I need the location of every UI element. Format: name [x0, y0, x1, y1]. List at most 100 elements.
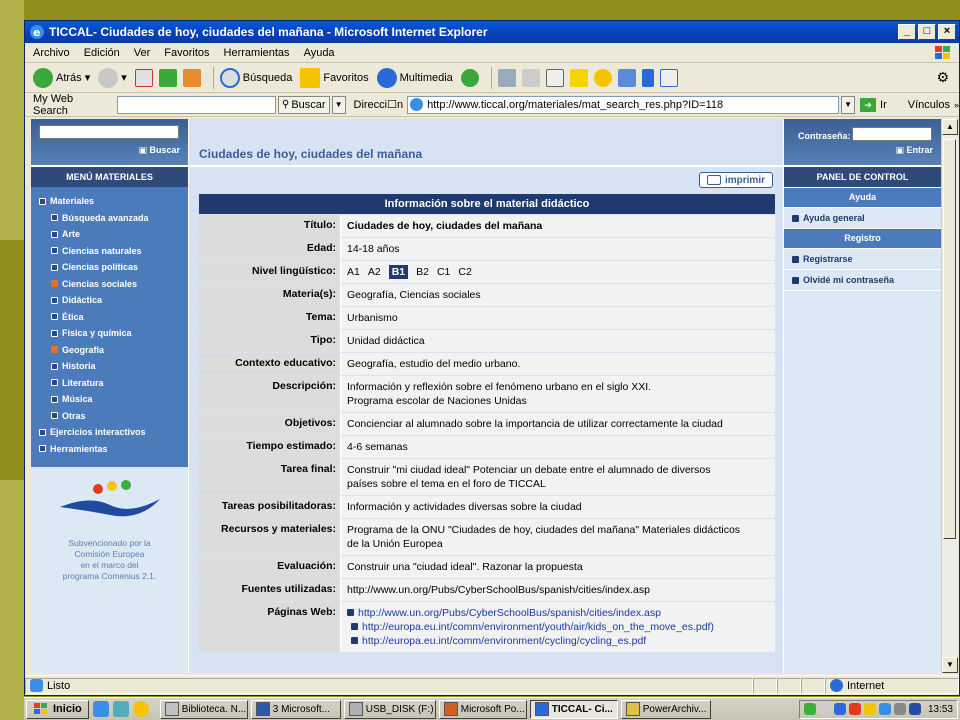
web-link-url[interactable]: http://europa.eu.int/comm/environment/cy… [362, 635, 646, 647]
favorites-button[interactable]: Favoritos [300, 67, 369, 88]
web-link-url[interactable]: http://www.un.org/Pubs/CyberSchoolBus/sp… [358, 607, 661, 619]
quicklaunch-ie-icon[interactable] [92, 701, 109, 717]
menu-herramientas[interactable]: Herramientas [224, 47, 290, 59]
go-button[interactable]: ➜ Ir [857, 96, 890, 114]
table-row: Tiempo estimado: 4-6 semanas [199, 436, 775, 458]
links-label[interactable]: Vínculos [908, 99, 950, 111]
materials-menu-item[interactable]: Ejercicios interactivos [31, 424, 188, 441]
discuss-icon[interactable] [569, 68, 588, 87]
close-button[interactable]: × [938, 24, 956, 40]
cursor-icon[interactable] [641, 68, 654, 87]
materials-menu-item[interactable]: Física y química [31, 325, 188, 342]
quicklaunch-media-icon[interactable] [132, 701, 149, 717]
password-label: Contraseña: [798, 131, 851, 141]
field-label: Recursos y materiales: [199, 519, 341, 555]
taskbar-task-button[interactable]: Biblioteca. N... [159, 699, 248, 719]
toolbar-extension-icon[interactable]: ⚙ [936, 69, 949, 86]
forward-button[interactable]: ▾ [98, 67, 127, 88]
materials-menu-item[interactable]: Herramientas [31, 441, 188, 458]
password-input[interactable] [852, 127, 932, 141]
taskbar-task-button[interactable]: USB_DISK (F:) [343, 699, 436, 719]
materials-menu-item[interactable]: Arte [31, 226, 188, 243]
tray-app-icon[interactable] [833, 703, 846, 715]
taskbar-task-button[interactable]: Microsoft Po... [438, 699, 527, 719]
menu-favoritos[interactable]: Favoritos [164, 47, 209, 59]
my-web-search-input[interactable] [116, 95, 276, 114]
mail-icon[interactable] [497, 68, 516, 87]
print-button[interactable]: imprimir [699, 172, 773, 188]
materials-menu-item[interactable]: Otras [31, 408, 188, 425]
tray-usb-icon[interactable] [893, 703, 906, 715]
chevron-right-icon[interactable]: » [954, 100, 959, 110]
materials-menu-item[interactable]: Ciencias naturales [31, 243, 188, 260]
web-link-url[interactable]: http://europa.eu.int/comm/environment/yo… [362, 621, 714, 633]
buscar-dropdown-button[interactable]: ▼ [331, 95, 346, 114]
forward-arrow-icon [98, 67, 119, 88]
materials-menu-item[interactable]: Búsqueda avanzada [31, 210, 188, 227]
scroll-up-button[interactable]: ▲ [942, 119, 958, 135]
web-link[interactable]: http://www.un.org/Pubs/CyberSchoolBus/sp… [347, 606, 771, 620]
materials-menu-item[interactable]: Materiales [31, 193, 188, 210]
materials-menu-item[interactable]: Literatura [31, 375, 188, 392]
menu-ayuda[interactable]: Ayuda [304, 47, 335, 59]
quick-search-box: ▣ Buscar [31, 119, 188, 165]
minimize-button[interactable]: _ [898, 24, 916, 40]
help-general-link[interactable]: Ayuda general [784, 208, 941, 228]
enter-button[interactable]: ▣ Entrar [895, 145, 933, 156]
materials-menu-item[interactable]: Ciencias sociales [31, 276, 188, 293]
home-icon[interactable] [182, 68, 201, 87]
taskbar-task-button[interactable]: TICCAL- Ci... [529, 699, 618, 719]
buscar-button[interactable]: ⚲ Buscar [277, 95, 330, 114]
eu-text-line: Subvencionado por la [68, 538, 151, 548]
taskbar-task-button[interactable]: PowerArchiv... [620, 699, 711, 719]
menu-archivo[interactable]: Archivo [33, 47, 70, 59]
search-button[interactable]: Búsqueda [219, 67, 292, 88]
materials-menu-item[interactable]: Didáctica [31, 292, 188, 309]
field-value: Construir "mi ciudad ideal" Potenciar un… [341, 459, 775, 495]
taskbar-task-button[interactable]: 3 Microsoft... [250, 699, 341, 719]
tray-network-icon[interactable] [803, 703, 816, 715]
materials-menu-label: Arte [62, 229, 81, 240]
task-app-icon [534, 702, 549, 716]
multimedia-label: Multimedia [399, 71, 453, 84]
tray-update-icon[interactable] [878, 703, 891, 715]
tray-volume-icon[interactable] [818, 703, 831, 715]
materials-menu-item[interactable]: Música [31, 391, 188, 408]
quicklaunch-desktop-icon[interactable] [112, 701, 129, 717]
scroll-down-button[interactable]: ▼ [942, 657, 958, 673]
scrollbar-thumb[interactable] [943, 139, 956, 539]
print-icon[interactable] [521, 68, 540, 87]
edit-icon[interactable] [545, 68, 564, 87]
address-input[interactable]: http://www.ticcal.org/materiales/mat_sea… [407, 95, 840, 114]
materials-menu-item[interactable]: Ética [31, 309, 188, 326]
tray-messenger-icon[interactable] [863, 703, 876, 715]
start-button[interactable]: Inicio [26, 699, 89, 719]
menu-edicion[interactable]: Edición [84, 47, 120, 59]
web-link[interactable]: http://europa.eu.int/comm/environment/cy… [347, 634, 771, 648]
bullet-icon [51, 214, 58, 222]
forgot-password-link[interactable]: Olvidé mi contraseña [784, 270, 941, 290]
vertical-scrollbar[interactable]: ▲ ▼ [941, 119, 958, 673]
register-link[interactable]: Registrarse [784, 249, 941, 269]
multimedia-button[interactable]: Multimedia [376, 67, 453, 88]
web-link[interactable]: http://europa.eu.int/comm/environment/yo… [347, 620, 771, 634]
history-icon[interactable] [460, 68, 479, 87]
menu-ver[interactable]: Ver [134, 47, 151, 59]
materials-menu-item[interactable]: Ciencias políticas [31, 259, 188, 276]
field-value: Información y reflexión sobre el fenómen… [341, 376, 775, 412]
materials-menu-item[interactable]: Geografía [31, 342, 188, 359]
quick-search-input[interactable] [39, 125, 179, 139]
field-label: Tiempo estimado: [199, 436, 341, 458]
maximize-button[interactable]: □ [918, 24, 936, 40]
back-button[interactable]: Atrás ▾ [33, 67, 90, 88]
research-icon[interactable] [659, 68, 678, 87]
stop-icon[interactable] [134, 68, 153, 87]
tray-shield-icon[interactable] [908, 703, 921, 715]
materials-menu-item[interactable]: Historia [31, 358, 188, 375]
quick-search-button[interactable]: ▣ Buscar [138, 145, 180, 156]
tray-antivirus-icon[interactable] [848, 703, 861, 715]
monitor-icon[interactable] [617, 68, 636, 87]
refresh-icon[interactable] [158, 68, 177, 87]
messenger-icon[interactable] [593, 68, 612, 87]
address-dropdown-button[interactable]: ▼ [841, 95, 856, 114]
